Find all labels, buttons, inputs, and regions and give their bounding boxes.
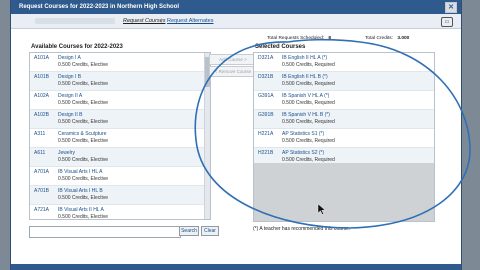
course-name: Design I A: [58, 55, 81, 61]
course-code: H221A: [258, 131, 274, 137]
course-name: AP Statistics S2 (*): [282, 150, 325, 156]
course-name: Design I B: [58, 74, 82, 80]
remove-course-button[interactable]: < Remove Course: [209, 66, 257, 77]
course-code: H221B: [258, 150, 274, 156]
selected-courses-list[interactable]: D321A IB English II HL A (*) 0.500 Credits…: [253, 52, 435, 222]
course-detail: 0.500 Credits, Elective: [58, 81, 109, 87]
course-code: A721A: [34, 207, 50, 213]
available-course-row[interactable]: A102A Design II A 0.500 Credits, Elective: [30, 91, 210, 110]
course-detail: 0.500 Credits, Elective: [58, 138, 109, 144]
recommendation-footnote: (*) A teacher has recommended this cours…: [253, 226, 351, 232]
course-detail: 0.500 Credits, Elective: [58, 176, 109, 182]
available-course-row[interactable]: A701B IB Visual Arts I HL B 0.500 Credits,…: [30, 186, 210, 205]
total-credits-stat: Total Credits: 3.000: [365, 36, 409, 41]
available-course-row[interactable]: A611 Jewelry 0.500 Credits, Elective: [30, 148, 210, 167]
course-code: A101A: [34, 55, 50, 61]
total-credits-label: Total Credits:: [365, 36, 393, 41]
selected-course-row[interactable]: D321A IB English II HL A (*) 0.500 Credits…: [254, 53, 434, 72]
selected-empty-area: [254, 163, 434, 221]
course-name: IB English II HL A (*): [282, 55, 328, 61]
course-code: A311: [34, 131, 46, 137]
course-detail: 0.500 Credits, Required: [282, 119, 335, 125]
selected-course-row[interactable]: G391B IB Spanish V HL B (*) 0.500 Credits,…: [254, 110, 434, 129]
course-code: A701B: [34, 188, 50, 194]
course-name: Jewelry: [58, 150, 75, 156]
course-name: Design II A: [58, 93, 83, 99]
course-detail: 0.500 Credits, Required: [282, 62, 335, 68]
tab-request-courses[interactable]: Request Courses: [123, 18, 166, 24]
course-code: A701A: [34, 169, 50, 175]
available-course-row[interactable]: A101A Design I A 0.500 Credits, Elective: [30, 53, 210, 72]
request-courses-dialog: Request Courses for 2022-2023 in Norther…: [10, 0, 462, 270]
available-courses-title: Available Courses for 2022-2023: [31, 44, 123, 50]
add-course-button[interactable]: Add Course >: [209, 54, 257, 65]
course-detail: 0.500 Credits, Elective: [58, 157, 109, 163]
available-courses-list[interactable]: A101A Design I A 0.500 Credits, Elective A1…: [29, 52, 211, 220]
available-course-row[interactable]: A721A IB Visual Arts II HL A 0.500 Credits…: [30, 205, 210, 220]
course-detail: 0.500 Credits, Required: [282, 81, 335, 87]
course-name: IB Visual Arts I HL B: [58, 188, 103, 194]
print-icon[interactable]: ▭: [441, 17, 453, 27]
course-code: A102B: [34, 112, 50, 118]
total-requests-stat: Total Requests Scheduled: 8: [267, 36, 331, 41]
available-scrollbar[interactable]: [204, 53, 210, 219]
available-course-row[interactable]: A311 Ceramics & Sculpture 0.500 Credits, E…: [30, 129, 210, 148]
total-requests-value: 8: [328, 36, 332, 41]
course-code: G391B: [258, 112, 274, 118]
available-course-row[interactable]: A101B Design I B 0.500 Credits, Elective: [30, 72, 210, 91]
course-name: IB English II HL B (*): [282, 74, 328, 80]
student-name-redacted: [35, 18, 115, 24]
course-name: IB Spanish V HL B (*): [282, 112, 330, 118]
course-code: G391A: [258, 93, 274, 99]
course-detail: 0.500 Credits, Elective: [58, 62, 109, 68]
tab-request-alternates[interactable]: Request Alternates: [167, 18, 213, 24]
course-detail: 0.500 Credits, Elective: [58, 214, 109, 220]
course-detail: 0.500 Credits, Required: [282, 100, 335, 106]
dialog-title: Request Courses for 2022-2023 in Norther…: [19, 4, 180, 10]
course-name: Design II B: [58, 112, 83, 118]
course-name: IB Spanish V HL A (*): [282, 93, 330, 99]
course-code: A611: [34, 150, 46, 156]
close-icon[interactable]: ✕: [445, 2, 457, 13]
clear-button[interactable]: Clear: [201, 226, 219, 236]
available-course-row[interactable]: A102B Design II B 0.500 Credits, Elective: [30, 110, 210, 129]
selected-course-row[interactable]: H221A AP Statistics S1 (*) 0.500 Credits, …: [254, 129, 434, 148]
total-requests-label: Total Requests Scheduled:: [267, 36, 325, 41]
course-code: D321A: [258, 55, 274, 61]
course-detail: 0.500 Credits, Required: [282, 138, 335, 144]
course-detail: 0.500 Credits, Elective: [58, 119, 109, 125]
selected-courses-title: Selected Courses: [255, 44, 306, 50]
course-name: AP Statistics S1 (*): [282, 131, 325, 137]
course-detail: 0.500 Credits, Elective: [58, 100, 109, 106]
course-code: A101B: [34, 74, 50, 80]
search-input[interactable]: [29, 226, 181, 238]
selected-course-row[interactable]: G391A IB Spanish V HL A (*) 0.500 Credits,…: [254, 91, 434, 110]
course-detail: 0.500 Credits, Elective: [58, 195, 109, 201]
available-course-row[interactable]: A701A IB Visual Arts I HL A 0.500 Credits,…: [30, 167, 210, 186]
search-button[interactable]: Search: [179, 226, 199, 236]
tab-separator: |: [161, 18, 163, 24]
course-name: IB Visual Arts I HL A: [58, 169, 103, 175]
dialog-titlebar: Request Courses for 2022-2023 in Norther…: [11, 0, 461, 14]
course-code: D321B: [258, 74, 274, 80]
course-name: IB Visual Arts II HL A: [58, 207, 104, 213]
course-name: Ceramics & Sculpture: [58, 131, 107, 137]
total-credits-value: 3.000: [397, 36, 410, 41]
course-code: A102A: [34, 93, 50, 99]
dialog-bottom-bar: [11, 264, 461, 270]
selected-course-row[interactable]: D321B IB English II HL B (*) 0.500 Credits…: [254, 72, 434, 91]
tab-bar: Request Courses | Request Alternates ▭: [11, 14, 461, 29]
